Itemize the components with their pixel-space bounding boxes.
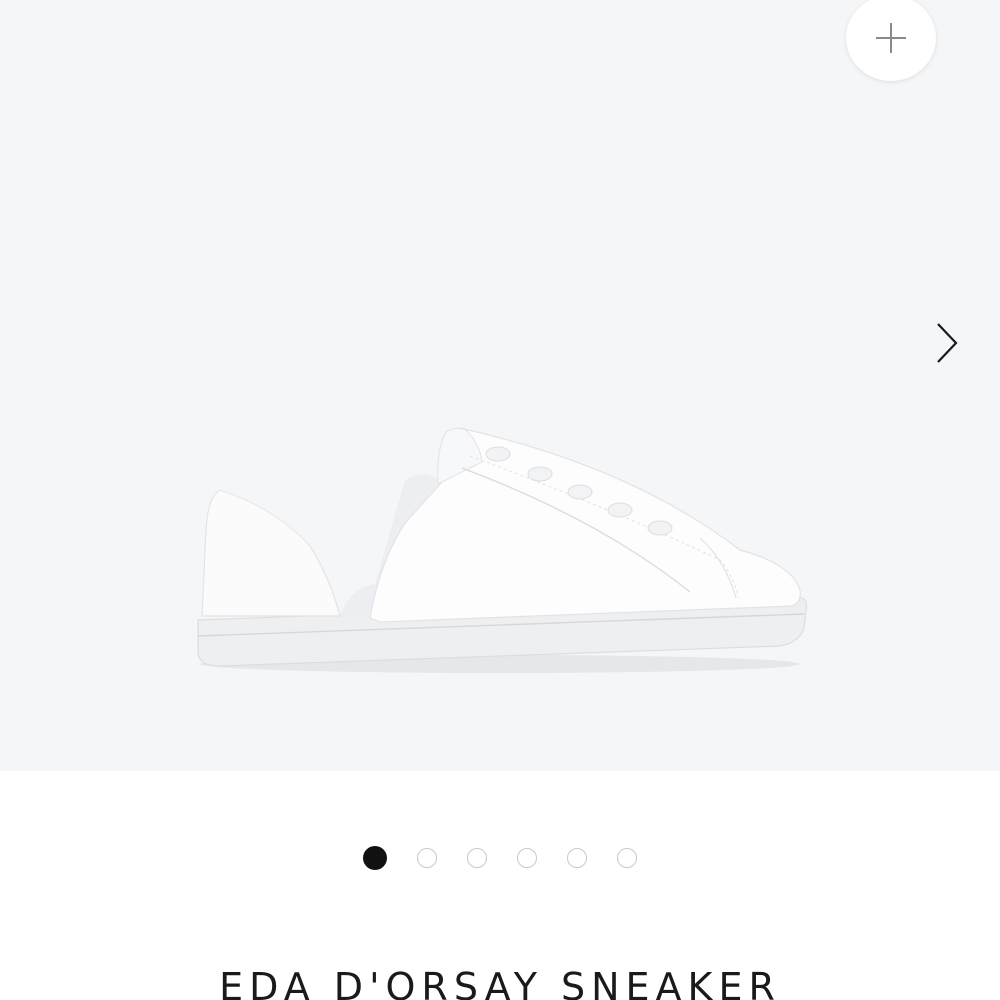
pagination-dot-3[interactable] <box>467 848 487 868</box>
plus-icon <box>876 23 906 53</box>
product-image-gallery[interactable] <box>0 0 1000 771</box>
gallery-pagination <box>0 845 1000 871</box>
pagination-dot-4[interactable] <box>517 848 537 868</box>
product-title: EDA D'ORSAY SNEAKER <box>219 965 781 1000</box>
zoom-button[interactable] <box>846 0 936 81</box>
next-image-button[interactable] <box>925 318 969 368</box>
pagination-dot-2[interactable] <box>417 848 437 868</box>
product-image <box>197 427 807 673</box>
pagination-dot-6[interactable] <box>617 848 637 868</box>
chevron-right-icon <box>937 323 958 363</box>
pagination-dot-5[interactable] <box>567 848 587 868</box>
product-page: EDA D'ORSAY SNEAKER <box>0 0 1000 1000</box>
pagination-dot-1[interactable] <box>363 846 387 870</box>
